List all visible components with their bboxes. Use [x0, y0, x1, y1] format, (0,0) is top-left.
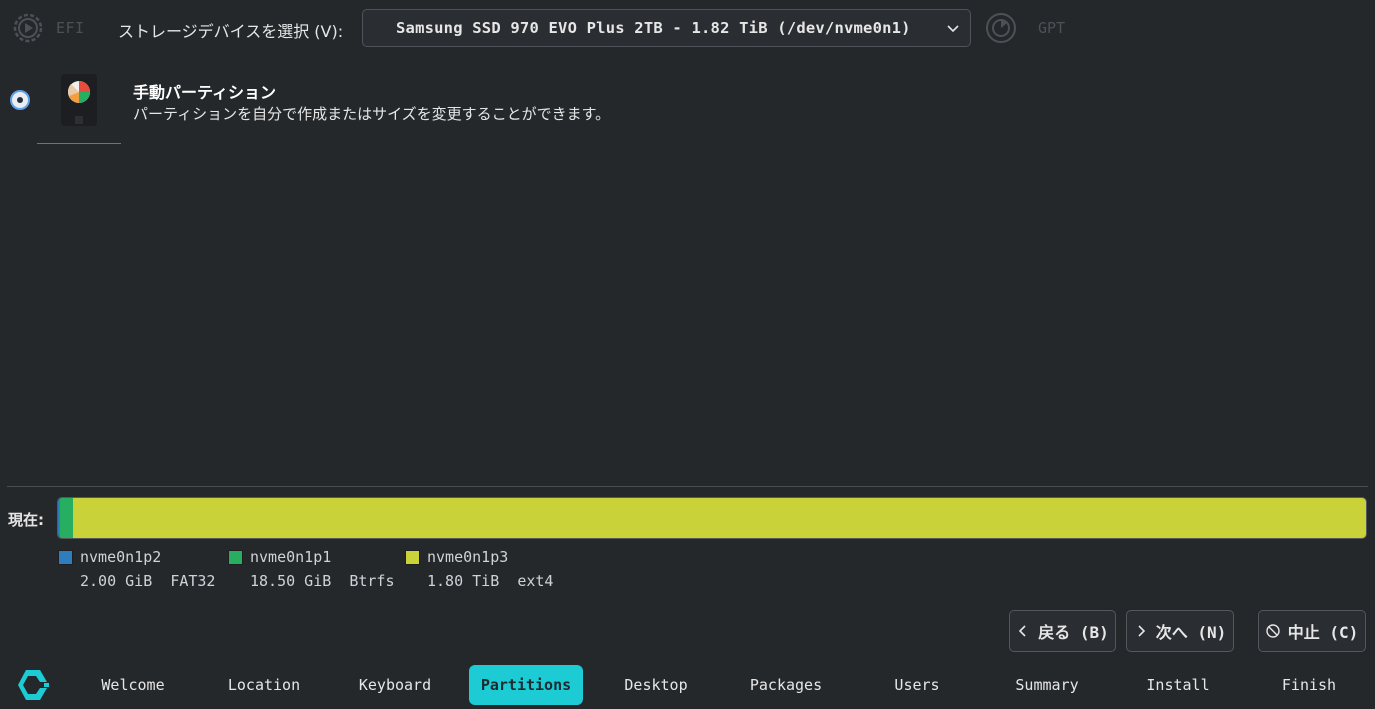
next-button[interactable]: 次へ (N) — [1126, 610, 1234, 652]
cancel-button-label: 中止 (C) — [1287, 623, 1359, 642]
next-button-label: 次へ (N) — [1155, 623, 1227, 642]
step-finish: Finish — [1281, 676, 1337, 694]
chevron-down-icon — [947, 25, 959, 33]
step-keyboard: Keyboard — [358, 676, 432, 694]
storage-device-label: ストレージデバイスを選択 (V): — [118, 22, 344, 41]
step-welcome: Welcome — [101, 676, 165, 694]
legend-item: nvme0n1p2 2.00 GiB FAT32 — [58, 548, 215, 590]
legend-swatch — [405, 549, 420, 565]
legend-info: 1.80 TiB ext4 — [427, 572, 554, 590]
step-partitions: Partitions — [469, 665, 583, 705]
legend-name: nvme0n1p1 — [250, 548, 332, 566]
current-label: 現在: — [8, 511, 44, 529]
cancel-icon — [1266, 624, 1280, 638]
legend-item: nvme0n1p1 18.50 GiB Btrfs — [228, 548, 395, 590]
legend-info: 2.00 GiB FAT32 — [80, 572, 216, 590]
partition-segment-nvme0n1p1 — [60, 498, 73, 538]
step-summary: Summary — [1015, 676, 1079, 694]
step-packages: Packages — [749, 676, 823, 694]
back-button[interactable]: 戻る (B) — [1009, 610, 1116, 652]
installer-logo-icon — [14, 668, 52, 702]
cancel-button[interactable]: 中止 (C) — [1258, 610, 1366, 652]
chevron-right-icon — [1138, 625, 1145, 637]
partition-segment-nvme0n1p3 — [73, 498, 1366, 538]
back-button-label: 戻る (B) — [1038, 623, 1109, 642]
storage-device-selected: Samsung SSD 970 EVO Plus 2TB - 1.82 TiB … — [396, 19, 911, 37]
partition-bar — [57, 497, 1367, 539]
legend-item: nvme0n1p3 1.80 TiB ext4 — [405, 548, 553, 590]
gpt-disk-icon — [985, 12, 1017, 44]
legend-name: nvme0n1p2 — [80, 548, 162, 566]
gpt-label: GPT — [1038, 19, 1066, 37]
efi-gear-icon — [12, 12, 44, 44]
storage-device-select[interactable]: Samsung SSD 970 EVO Plus 2TB - 1.82 TiB … — [362, 9, 971, 47]
step-desktop: Desktop — [624, 676, 688, 694]
chevron-left-icon — [1019, 625, 1026, 637]
legend-swatch — [228, 549, 243, 565]
efi-label: EFI — [56, 19, 85, 37]
legend-info: 18.50 GiB Btrfs — [250, 572, 395, 590]
manual-partition-title[interactable]: 手動パーティション — [133, 79, 276, 103]
legend-swatch — [58, 549, 73, 565]
step-install: Install — [1146, 676, 1210, 694]
manual-partition-description: パーティションを自分で作成またはサイズを変更することができます。 — [133, 105, 611, 123]
step-location: Location — [227, 676, 301, 694]
legend-name: nvme0n1p3 — [427, 548, 509, 566]
step-users: Users — [894, 676, 940, 694]
manual-partition-radio[interactable] — [10, 90, 30, 110]
section-divider — [7, 486, 1368, 487]
manual-partition-icon — [55, 70, 105, 130]
option-underline — [37, 143, 121, 144]
